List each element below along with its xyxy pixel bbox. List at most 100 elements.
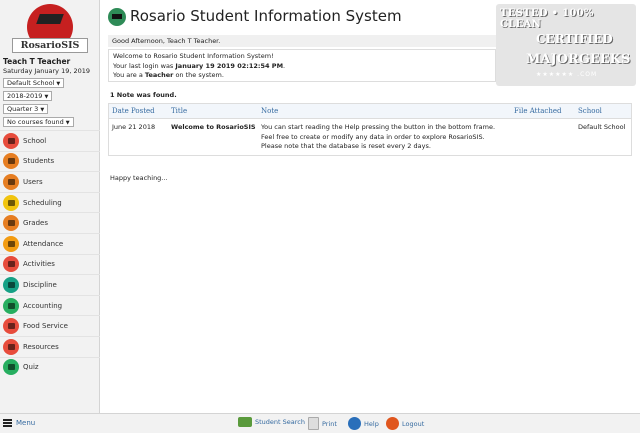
school-select[interactable]: Default School ▼ — [3, 78, 65, 88]
menu-item-attendance[interactable]: Attendance — [0, 232, 100, 254]
table-header: Date Posted Title Note File Attached Sch… — [109, 104, 631, 119]
current-date: Saturday January 19, 2019 — [3, 67, 91, 75]
menu-item-resources[interactable]: Resources — [0, 335, 100, 357]
note-line: You can start reading the Help pressing … — [261, 123, 496, 131]
attendance-icon — [3, 235, 19, 252]
students-icon — [3, 153, 19, 170]
badge-line-4: ★★★★★★ .COM — [536, 71, 598, 78]
last-login-value: January 19 2019 02:12:54 PM — [175, 61, 284, 70]
grades-icon — [3, 215, 19, 232]
badge-line-3: MAJORGEEKS — [526, 52, 631, 67]
chevron-down-icon: ▼ — [56, 81, 61, 87]
table-row: June 21 2018 Welcome to RosarioSIS You c… — [109, 119, 631, 155]
happy-message: Happy teaching... — [110, 174, 168, 182]
print-label: Print — [322, 419, 337, 428]
menu-item-label: Activities — [23, 260, 55, 269]
welcome-line: Welcome to Rosario Student Information S… — [113, 52, 274, 60]
menu-button-label: Menu — [16, 419, 36, 427]
help-label: Help — [364, 419, 379, 428]
menu-item-accounting[interactable]: Accounting — [0, 294, 100, 316]
bottom-bar: Menu Student Search Print Help Logout — [0, 413, 640, 433]
school-icon — [3, 132, 19, 149]
page-title: Rosario Student Information System — [130, 7, 402, 25]
badge-line-1: TESTED • 100% CLEAN — [500, 8, 594, 30]
column-header-file[interactable]: File Attached — [514, 107, 562, 115]
quiz-icon — [3, 359, 19, 376]
app-logo[interactable]: RosarioSIS — [0, 0, 99, 56]
food-service-icon — [3, 318, 19, 335]
note-school: Default School — [578, 123, 626, 131]
sidebar: RosarioSIS Teach T Teacher Saturday Janu… — [0, 0, 100, 413]
menu-button[interactable]: Menu — [3, 419, 35, 427]
quarter-select[interactable]: Quarter 3 ▼ — [3, 104, 49, 114]
note-text: You can start reading the Help pressing … — [261, 123, 495, 152]
menu-item-label: Grades — [23, 219, 48, 228]
menu-item-quiz[interactable]: Quiz — [0, 356, 100, 378]
chevron-down-icon: ▼ — [65, 120, 70, 126]
column-header-title[interactable]: Title — [171, 107, 187, 115]
help-icon — [348, 417, 361, 430]
role-value: Teacher — [144, 71, 174, 79]
menu-item-label: Resources — [23, 342, 59, 351]
notes-table: Date Posted Title Note File Attached Sch… — [108, 103, 632, 156]
student-search-label: Student Search — [255, 418, 305, 426]
print-icon — [308, 417, 319, 430]
menu-item-label: Scheduling — [23, 198, 62, 207]
role-suffix: on the system. — [173, 71, 224, 79]
menu-item-school[interactable]: School — [0, 130, 100, 151]
menu-item-label: Students — [23, 157, 55, 166]
scheduling-icon — [3, 194, 19, 211]
last-login-prefix: Your last login was — [113, 61, 176, 70]
menu-item-label: Discipline — [23, 280, 57, 289]
note-line: Please note that the database is reset e… — [261, 142, 431, 150]
menu-item-scheduling[interactable]: Scheduling — [0, 191, 100, 213]
note-date: June 21 2018 — [112, 123, 156, 131]
menu-item-label: Food Service — [23, 322, 68, 331]
print-button[interactable]: Print — [308, 417, 337, 430]
menu-item-label: Quiz — [23, 363, 39, 372]
accounting-icon — [3, 297, 19, 314]
school-select-value: Default School — [7, 79, 55, 87]
logo-text: RosarioSIS — [12, 38, 88, 53]
courses-select-value: No courses found — [7, 118, 64, 126]
activities-icon — [3, 256, 19, 273]
column-header-school[interactable]: School — [578, 107, 602, 115]
resources-icon — [3, 338, 19, 355]
logout-icon — [386, 417, 399, 430]
column-header-date[interactable]: Date Posted — [112, 107, 155, 115]
column-header-note[interactable]: Note — [261, 107, 278, 115]
menu-item-discipline[interactable]: Discipline — [0, 274, 100, 295]
menu-item-users[interactable]: Users — [0, 171, 100, 192]
module-menu: School Students Users Scheduling Grades … — [0, 130, 100, 377]
role-line: You are a Teacher on the system. — [113, 71, 491, 81]
majorgeeks-badge: TESTED • 100% CLEAN CERTIFIED MAJORGEEKS… — [496, 4, 636, 86]
note-line: Feel free to create or modify any data i… — [261, 132, 485, 141]
graduation-cap-icon — [36, 14, 64, 24]
courses-select[interactable]: No courses found ▼ — [3, 117, 74, 127]
users-icon — [3, 173, 19, 190]
chevron-down-icon: ▼ — [40, 107, 45, 113]
chevron-down-icon: ▼ — [44, 94, 49, 100]
last-login-line: Your last login was January 19 2019 02:1… — [113, 62, 491, 72]
menu-item-label: Accounting — [23, 301, 63, 310]
student-search-button[interactable]: Student Search — [238, 417, 305, 427]
help-button[interactable]: Help — [348, 417, 379, 430]
menu-item-food-service[interactable]: Food Service — [0, 315, 100, 336]
menu-item-label: Users — [23, 177, 43, 186]
menu-item-activities[interactable]: Activities — [0, 253, 100, 275]
year-select-value: 2018-2019 — [7, 92, 43, 100]
menu-item-students[interactable]: Students — [0, 150, 100, 172]
menu-item-label: Attendance — [23, 239, 64, 248]
logout-button[interactable]: Logout — [386, 417, 424, 430]
year-select[interactable]: 2018-2019 ▼ — [3, 91, 53, 101]
discipline-icon — [3, 276, 19, 293]
notes-count: 1 Note was found. — [110, 91, 177, 99]
user-name[interactable]: Teach T Teacher — [3, 57, 70, 66]
welcome-box: Welcome to Rosario Student Information S… — [108, 49, 496, 82]
back-arrow-icon — [238, 417, 252, 427]
badge-line-2: CERTIFIED — [536, 32, 613, 46]
role-prefix: You are a — [113, 71, 145, 79]
menu-item-label: School — [23, 136, 47, 145]
graduation-cap-icon — [108, 8, 126, 26]
menu-item-grades[interactable]: Grades — [0, 212, 100, 233]
